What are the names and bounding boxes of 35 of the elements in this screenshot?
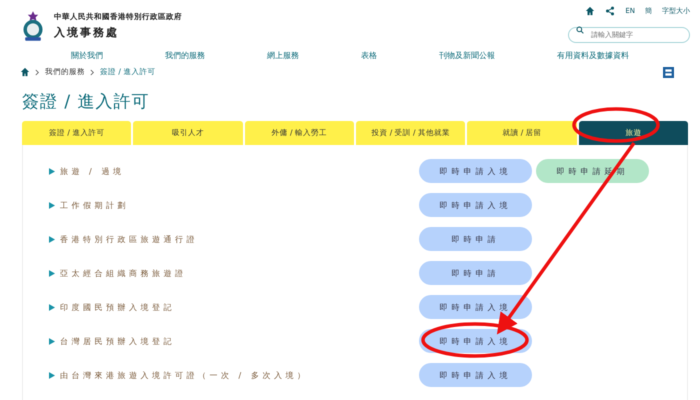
service-link[interactable]: 工作假期計劃 (60, 200, 129, 210)
nav-link[interactable]: 網上服務 (267, 50, 299, 61)
nav-link[interactable]: 有用資料及數據資料 (557, 50, 629, 61)
apply-button[interactable]: 即時申請入境 (419, 193, 532, 217)
apply-button[interactable]: 即時申請 (419, 261, 532, 285)
triangle-icon (49, 202, 55, 208)
triangle-icon (49, 168, 55, 174)
print-icon[interactable] (663, 66, 674, 78)
department-name: 入境事務處 (54, 25, 120, 40)
triangle-icon (49, 236, 55, 242)
home-icon[interactable] (585, 6, 596, 16)
apply-button[interactable]: 即時申請 (419, 227, 532, 251)
home-icon[interactable] (20, 67, 30, 77)
service-link[interactable]: 印度國民預辦入境登記 (60, 302, 175, 312)
nav-link[interactable]: 表格 (361, 50, 377, 61)
triangle-icon (49, 304, 55, 310)
triangle-icon (49, 338, 55, 344)
apply-button[interactable]: 即時申請入境 (419, 363, 532, 387)
chevron-icon (35, 68, 40, 76)
service-link[interactable]: 由台灣來港旅遊入境許可證（一次 / 多次入境） (60, 370, 308, 380)
triangle-icon (49, 270, 55, 276)
nav-link[interactable]: 刊物及新聞公報 (439, 50, 495, 61)
search-icon (576, 26, 584, 34)
apply-button[interactable]: 即時申請入境 (419, 295, 532, 319)
nav-link[interactable]: 我們的服務 (165, 50, 205, 61)
chevron-icon (90, 68, 95, 76)
service-link[interactable]: 台灣居民預辦入境登記 (60, 336, 175, 346)
page-title: 簽證 / 進入許可 (22, 91, 151, 113)
service-link[interactable]: 香港特別行政區旅遊通行證 (60, 234, 198, 244)
share-icon[interactable] (605, 6, 616, 16)
triangle-icon (49, 372, 55, 378)
nav-link[interactable]: 關於我們 (71, 50, 103, 61)
service-link[interactable]: 旅遊 / 過境 (60, 166, 124, 176)
service-link[interactable]: 亞太經合組織商務旅遊證 (60, 268, 186, 278)
apply-button[interactable]: 即時申請入境 (419, 159, 532, 183)
